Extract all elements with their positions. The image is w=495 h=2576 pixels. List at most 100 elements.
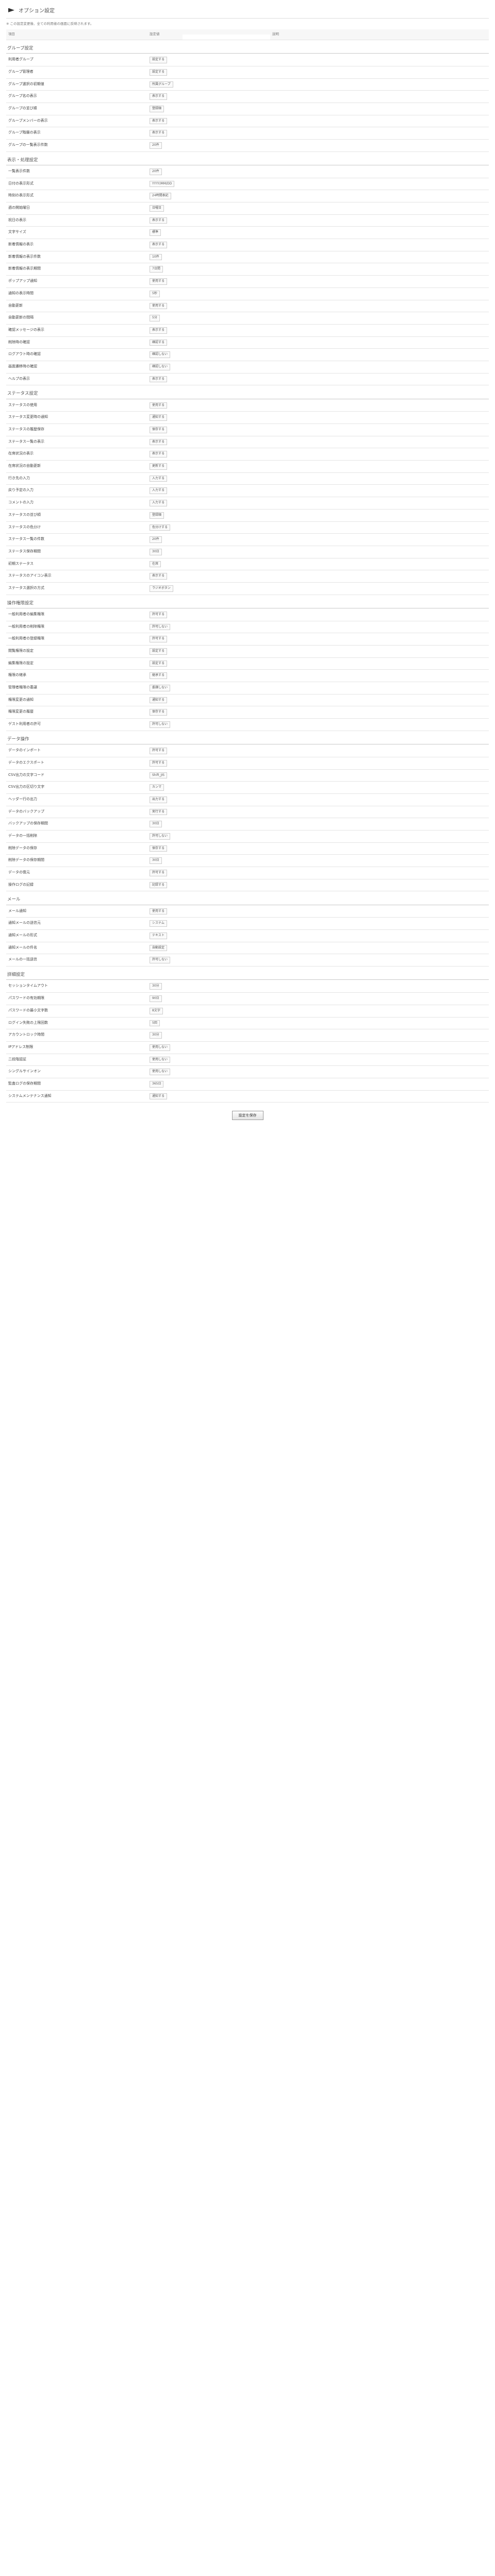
setting-label: グループ管理者 [8, 69, 34, 74]
setting-value-select[interactable]: 5分 [150, 315, 160, 321]
setting-value-select[interactable]: 30分 [150, 1032, 162, 1039]
setting-value-select[interactable]: 表示する [150, 242, 168, 248]
setting-value-select[interactable]: 設定する [150, 648, 168, 655]
setting-value-select[interactable]: YYYY/MM/DD [150, 180, 175, 188]
setting-value-select[interactable]: 記録する [150, 882, 168, 889]
setting-row: 編集権限の設定 設定する [6, 658, 489, 670]
setting-value-select[interactable]: 更新する [150, 463, 168, 470]
setting-value-select[interactable]: 表示する [150, 451, 168, 458]
setting-value-select[interactable]: 表示する [150, 376, 168, 383]
setting-value-select[interactable]: 許可しない [150, 833, 171, 840]
setting-value-select[interactable]: 許可する [150, 636, 168, 643]
setting-value-select[interactable]: 表示する [150, 117, 168, 125]
setting-value-select[interactable]: 表示する [150, 93, 168, 100]
setting-value-select[interactable]: 使用する [150, 908, 168, 915]
setting-value-select[interactable]: 登録順 [150, 512, 164, 519]
setting-value-select[interactable]: 許可する [150, 611, 168, 618]
setting-value-select[interactable]: 使用する [150, 278, 168, 285]
setting-value-select[interactable]: 保存する [150, 845, 168, 852]
setting-value-select[interactable]: 30日 [150, 821, 162, 827]
setting-value-select[interactable]: 設定する [150, 57, 168, 63]
setting-value-select[interactable]: 30分 [150, 983, 162, 990]
setting-value-select[interactable]: 通知する [150, 1093, 168, 1100]
setting-value-select[interactable]: 確認する [150, 339, 168, 346]
setting-value-select[interactable]: 保存する [150, 427, 168, 433]
setting-row: ゲスト利用者の許可 許可しない [6, 719, 489, 731]
setting-label: ポップアップ通知 [8, 279, 37, 283]
setting-value-select[interactable]: 所属グループ [150, 81, 173, 88]
save-button[interactable]: 設定を保存 [232, 1111, 263, 1121]
setting-value-select[interactable]: 20件 [150, 142, 162, 149]
setting-value-select[interactable]: 表示する [150, 438, 168, 446]
setting-value-select[interactable]: 通知する [150, 697, 168, 704]
setting-value-select[interactable]: システム [150, 920, 167, 927]
setting-value-select[interactable]: 90日 [150, 995, 162, 1002]
setting-label: グループ名の表示 [8, 94, 37, 98]
setting-row: 閲覧権限の設定 設定する [6, 646, 489, 658]
setting-value-select[interactable]: 8文字 [150, 1007, 163, 1014]
setting-value-select[interactable]: 使用しない [150, 1044, 171, 1051]
setting-value-select[interactable]: 表示する [150, 327, 168, 334]
setting-value-select[interactable]: Shift_JIS [150, 772, 167, 779]
setting-value-select[interactable]: 確認しない [150, 351, 171, 358]
setting-value-select[interactable]: 使用しない [150, 1056, 171, 1063]
setting-value-select[interactable]: 通知する [150, 414, 168, 421]
setting-value-select[interactable]: カンマ [150, 784, 164, 791]
setting-value-select[interactable]: 委譲しない [150, 685, 171, 691]
setting-value-select[interactable]: 確認しない [150, 363, 171, 370]
setting-label: 日付の表示形式 [8, 181, 34, 185]
setting-row: グループの一覧表示件数 20件 [6, 140, 489, 152]
setting-value-select[interactable]: 保存する [150, 709, 168, 716]
setting-label: 通知メールの件名 [8, 945, 37, 950]
setting-label: ステータスの履歴保存 [8, 427, 44, 432]
setting-value-select[interactable]: 30日 [150, 857, 162, 865]
setting-value-select[interactable]: 24時間表記 [150, 193, 171, 200]
setting-value-select[interactable]: 表示する [150, 217, 168, 224]
setting-value-select[interactable]: 表示する [150, 130, 168, 137]
setting-row: ステータス一覧の表示 表示する [6, 436, 489, 449]
setting-label: 一覧表示件数 [8, 168, 30, 173]
setting-value-select[interactable]: 5秒 [150, 290, 160, 297]
setting-value-select[interactable]: 入力する [150, 475, 168, 482]
setting-value-select[interactable]: 許可する [150, 870, 168, 876]
setting-value-select[interactable]: 入力する [150, 487, 168, 495]
setting-value-select[interactable]: 許可する [150, 748, 168, 754]
setting-value-select[interactable]: 許可しない [150, 623, 171, 631]
setting-value-select[interactable]: 30日 [150, 548, 162, 555]
setting-value-select[interactable]: ラジオボタン [150, 585, 173, 592]
setting-value-select[interactable]: 設定する [150, 660, 168, 667]
setting-label: ステータスのアイコン表示 [8, 573, 52, 578]
setting-label: IPアドレス制限 [8, 1044, 34, 1049]
setting-value-select[interactable]: 在席 [150, 561, 161, 568]
setting-value-select[interactable]: 設定する [150, 69, 168, 76]
setting-value-select[interactable]: 許可しない [150, 957, 171, 964]
setting-value-select[interactable]: 出力する [150, 796, 168, 803]
setting-value-select[interactable]: 20件 [150, 536, 162, 543]
setting-value-select[interactable]: 許可しない [150, 721, 171, 728]
setting-row: 利用者グループ 設定する [6, 54, 489, 66]
setting-value-select[interactable]: 7日間 [150, 266, 163, 273]
setting-value-select[interactable]: 表示する [150, 573, 168, 580]
setting-value-select[interactable]: 標準 [150, 229, 161, 236]
setting-label: グループの一覧表示件数 [8, 142, 48, 147]
setting-value-select[interactable]: 使用しない [150, 1069, 171, 1075]
setting-value-select[interactable]: 5回 [150, 1020, 160, 1027]
setting-value-select[interactable]: 自動設定 [150, 944, 168, 952]
setting-value-select[interactable]: 登録順 [150, 105, 164, 112]
setting-value-select[interactable]: 20件 [150, 168, 162, 175]
setting-value-select[interactable]: 日曜日 [150, 205, 164, 212]
setting-row: 自動更新の間隔 5分 [6, 312, 489, 325]
setting-row: 文字サイズ 標準 [6, 227, 489, 240]
setting-value-select[interactable]: 10件 [150, 253, 162, 261]
setting-value-select[interactable]: 許可する [150, 759, 168, 767]
setting-value-select[interactable]: 365日 [150, 1080, 164, 1088]
setting-value-select[interactable]: テキスト [150, 933, 167, 939]
setting-value-select[interactable]: 色分けする [150, 524, 171, 531]
setting-value-select[interactable]: 継承する [150, 672, 168, 680]
setting-value-select[interactable]: 実行する [150, 808, 168, 816]
settings-section: 詳細設定 セッションタイムアウト 30分 パスワードの有効期限 90日 パスワードの最小文… [6, 970, 489, 1103]
setting-value-select[interactable]: 入力する [150, 500, 168, 506]
setting-row: 戻り予定の入力 入力する [6, 485, 489, 498]
setting-value-select[interactable]: 使用する [150, 302, 168, 310]
setting-value-select[interactable]: 使用する [150, 402, 168, 409]
